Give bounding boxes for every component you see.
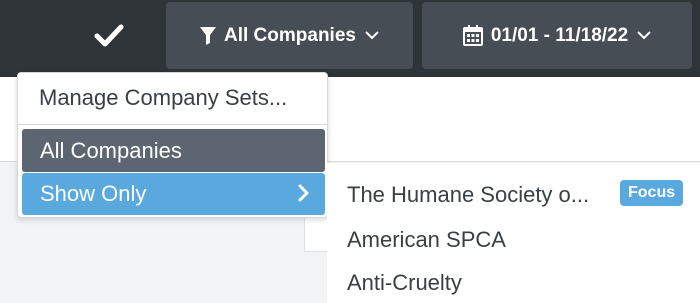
company-name: The Humane Society o... — [347, 182, 590, 207]
company-filter-button[interactable]: All Companies — [166, 2, 413, 69]
date-range-label: 01/01 - 11/18/22 — [490, 24, 629, 46]
all-companies-item[interactable]: All Companies — [22, 129, 325, 172]
calendar-icon — [462, 25, 483, 46]
show-only-submenu: The Humane Society o... Focus American S… — [327, 163, 700, 303]
focus-badge: Focus — [620, 180, 684, 206]
company-item-american-spca[interactable]: American SPCA — [347, 227, 506, 253]
checkmark-icon — [94, 23, 124, 52]
manage-company-sets-item[interactable]: Manage Company Sets... — [39, 85, 287, 111]
chevron-down-icon — [637, 31, 651, 40]
confirm-button[interactable] — [90, 18, 128, 56]
all-companies-label: All Companies — [40, 137, 182, 163]
chevron-right-icon — [298, 184, 309, 202]
show-only-item[interactable]: Show Only — [22, 173, 325, 215]
chevron-down-icon — [365, 31, 379, 40]
show-only-label: Show Only — [40, 181, 147, 206]
company-filter-dropdown: Manage Company Sets... All Companies Sho… — [17, 72, 328, 218]
company-name: Anti-Cruelty — [347, 270, 462, 295]
filter-icon — [200, 26, 216, 45]
date-range-button[interactable]: 01/01 - 11/18/22 — [422, 2, 692, 69]
company-item-humane-society[interactable]: The Humane Society o... — [347, 182, 589, 208]
company-item-anti-cruelty[interactable]: Anti-Cruelty — [347, 270, 462, 296]
top-toolbar: All Companies 01/01 - 11/18/22 — [0, 0, 700, 77]
company-name: American SPCA — [347, 227, 506, 252]
dropdown-separator — [18, 124, 327, 125]
company-filter-label: All Companies — [224, 24, 356, 46]
